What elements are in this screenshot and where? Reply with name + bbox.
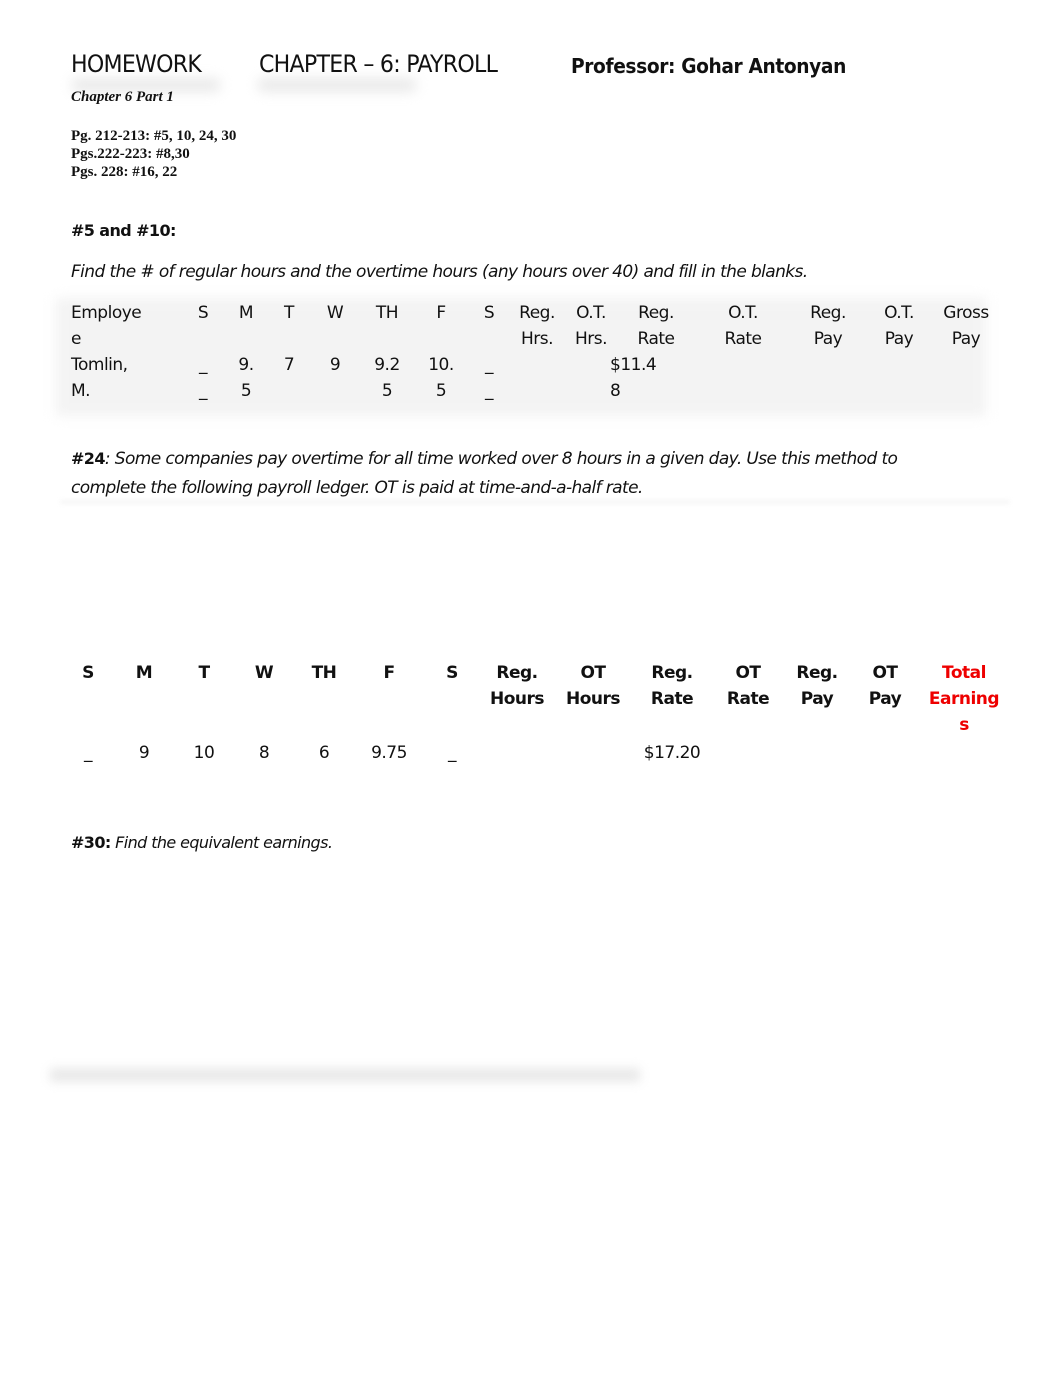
professor-name: Professor: Gohar Antonyan [571, 54, 846, 78]
redaction-blur [50, 1068, 640, 1082]
q24-label: #24 [71, 449, 105, 468]
table-1-header-cell: M [238, 303, 254, 323]
assignment-item: Pgs. 228: #16, 22 [71, 164, 178, 180]
table-1-header-cell: O.T. Hrs. [574, 303, 608, 349]
table-2-data-cell: $17.20 [643, 743, 701, 763]
table-1-header-cell: Reg. Hrs. [519, 303, 555, 349]
table-1-data-cell: 7 [283, 355, 295, 375]
chapter-title: CHAPTER – 6: PAYROLL [259, 50, 498, 78]
faint-divider [60, 500, 1010, 504]
table-1-data-cell: 9.2 5 [374, 355, 400, 401]
total-earnings-header: Total Earning s [928, 663, 1000, 735]
table-1-header-cell: W [326, 303, 344, 323]
table-2-header-cell: OT Pay [868, 663, 902, 709]
q30-label: #30: [71, 833, 111, 852]
q5-10-heading: #5 and #10: [71, 221, 176, 240]
table-1-data-cell: _ _ [199, 355, 208, 401]
assignment-item: Pgs.222-223: #8,30 [71, 146, 190, 162]
table-1-header-cell: F [436, 303, 446, 323]
q24-text: #24: Some companies pay overtime for all… [71, 445, 971, 503]
q24-instruction: : Some companies pay overtime for all ti… [71, 449, 898, 498]
table-2-data-cell: _ [448, 743, 457, 763]
table-1-header-cell: O.T. Rate [724, 303, 762, 349]
table-1-data-cell: _ _ [485, 355, 494, 401]
table-1-header-cell: Reg. Pay [810, 303, 846, 349]
redaction-blur [257, 78, 417, 92]
table-1-header-cell: Gross Pay [943, 303, 989, 349]
table-1-data-cell: 9. 5 [238, 355, 254, 401]
table-1-header-cell: S [483, 303, 495, 323]
table-1-data-cell: Tomlin, M. [71, 355, 128, 401]
payroll-table-1: Employe e Tomlin, M. S _ _ M 9. 5 T 7 W 9 TH 9.2 5 F… [56, 298, 989, 416]
table-1-header-cell: O.T. Pay [884, 303, 914, 349]
table-1-header-cell: Reg. Rate [637, 303, 675, 349]
table-1-header-cell: T [284, 303, 294, 323]
homework-title: HOMEWORK [71, 50, 202, 78]
q30-instruction: Find the equivalent earnings. [110, 833, 333, 852]
table-1-header-cell: TH [375, 303, 399, 323]
table-1-data-cell: 9 [329, 355, 341, 375]
table-1-header-cell: S [197, 303, 209, 323]
assignment-item: Pg. 212-213: #5, 10, 24, 30 [71, 128, 237, 144]
subtitle: Chapter 6 Part 1 [71, 89, 174, 105]
q30-text: #30: Find the equivalent earnings. [71, 833, 333, 853]
q5-10-instruction: Find the # of regular hours and the over… [71, 262, 808, 282]
table-2-header-cell: OT Hours [565, 663, 621, 709]
table-1-data-cell: $11.4 8 [610, 355, 657, 401]
table-1-header-cell: Employe e [71, 303, 142, 349]
assignment-list: Pg. 212-213: #5, 10, 24, 30 Pgs.222-223:… [71, 127, 236, 181]
table-1-data-cell: 10. 5 [428, 355, 454, 401]
